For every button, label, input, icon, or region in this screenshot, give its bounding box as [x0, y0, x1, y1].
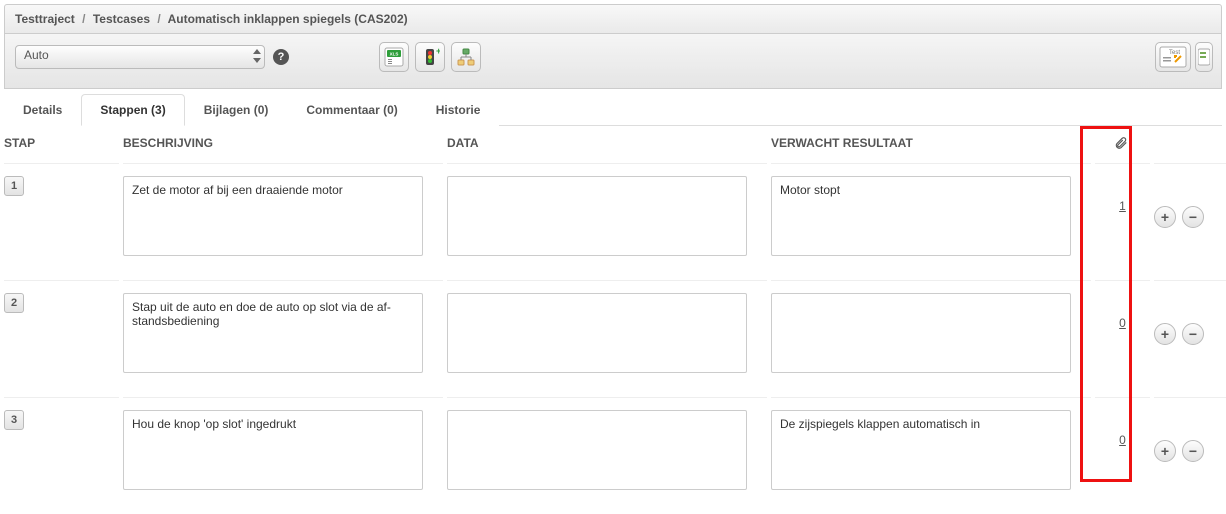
attachment-count-link[interactable]: 0 [1119, 433, 1126, 447]
step-description-cell: Zet de motor af bij een draaiende motor [123, 164, 443, 281]
svg-text:XLS: XLS [390, 52, 399, 57]
test-icon: Test [1159, 46, 1187, 68]
col-header-step: STAP [4, 126, 119, 164]
svg-text:+: + [436, 47, 440, 56]
traffic-light-button[interactable]: + [415, 42, 445, 72]
step-attachment-cell: 0 [1095, 281, 1150, 398]
tab-historie[interactable]: Historie [417, 94, 500, 126]
attachment-count-link[interactable]: 0 [1119, 316, 1126, 330]
data-input[interactable] [447, 410, 747, 490]
paperclip-icon [1114, 136, 1128, 150]
mode-select-value: Auto [24, 48, 49, 62]
step-description-cell: Hou de knop 'op slot' ingedrukt [123, 398, 443, 514]
tabs: Details Stappen (3) Bijlagen (0) Comment… [4, 93, 1222, 126]
breadcrumb-level-3[interactable]: Automatisch inklappen spiegels (CAS202) [168, 12, 408, 26]
col-header-attachment [1095, 126, 1150, 164]
remove-step-button[interactable]: − [1182, 323, 1204, 345]
remove-step-button[interactable]: − [1182, 206, 1204, 228]
tab-bijlagen[interactable]: Bijlagen (0) [185, 94, 288, 126]
step-number-cell: 1 [4, 164, 119, 281]
data-input[interactable] [447, 176, 747, 256]
step-expected-cell: Motor stopt [771, 164, 1091, 281]
tree-structure-button[interactable] [451, 42, 481, 72]
help-icon[interactable]: ? [273, 49, 289, 65]
data-input[interactable] [447, 293, 747, 373]
tab-steps[interactable]: Stappen (3) [81, 94, 184, 126]
remove-step-button[interactable]: − [1182, 440, 1204, 462]
step-description-cell: Stap uit de auto en doe de auto op slot … [123, 281, 443, 398]
col-header-description: BESCHRIJVING [123, 126, 443, 164]
add-step-button[interactable]: + [1154, 206, 1176, 228]
toolbar: Auto ? XLS + [4, 34, 1222, 89]
xls-icon: XLS [384, 47, 404, 67]
breadcrumb-level-1[interactable]: Testtraject [15, 12, 75, 26]
step-number-badge[interactable]: 1 [4, 176, 24, 196]
step-expected-cell [771, 281, 1091, 398]
breadcrumb: Testtraject / Testcases / Automatisch in… [4, 4, 1222, 34]
breadcrumb-separator: / [157, 12, 160, 26]
description-input[interactable]: Hou de knop 'op slot' ingedrukt [123, 410, 423, 490]
breadcrumb-separator: / [82, 12, 85, 26]
add-step-button[interactable]: + [1154, 323, 1176, 345]
description-input[interactable]: Zet de motor af bij een draaiende motor [123, 176, 423, 256]
step-number-badge[interactable]: 2 [4, 293, 24, 313]
test-run-button[interactable]: Test [1155, 42, 1191, 72]
col-header-expected: VERWACHT RESULTAAT [771, 126, 1091, 164]
step-attachment-cell: 0 [1095, 398, 1150, 514]
attachment-count-link[interactable]: 1 [1119, 199, 1126, 213]
tab-commentaar[interactable]: Commentaar (0) [287, 94, 416, 126]
stepper-arrows-icon [253, 48, 261, 64]
tab-details[interactable]: Details [4, 94, 81, 126]
step-actions-cell: + − [1154, 398, 1226, 514]
step-data-cell [447, 164, 767, 281]
step-number-badge[interactable]: 3 [4, 410, 24, 430]
toolbar-right-extra-button[interactable] [1195, 42, 1213, 72]
col-header-actions [1154, 126, 1226, 164]
step-actions-cell: + − [1154, 164, 1226, 281]
step-actions-cell: + − [1154, 281, 1226, 398]
step-number-cell: 3 [4, 398, 119, 514]
partial-icon [1198, 47, 1210, 67]
export-xls-button[interactable]: XLS [379, 42, 409, 72]
step-data-cell [447, 398, 767, 514]
traffic-light-icon: + [420, 47, 440, 67]
step-number-cell: 2 [4, 281, 119, 398]
expected-input[interactable]: Motor stopt [771, 176, 1071, 256]
step-data-cell [447, 281, 767, 398]
expected-input[interactable]: De zijspiegels klappen automatisch in [771, 410, 1071, 490]
expected-input[interactable] [771, 293, 1071, 373]
add-step-button[interactable]: + [1154, 440, 1176, 462]
col-header-data: DATA [447, 126, 767, 164]
breadcrumb-level-2[interactable]: Testcases [93, 12, 150, 26]
step-expected-cell: De zijspiegels klappen automatisch in [771, 398, 1091, 514]
mode-select[interactable]: Auto [15, 45, 265, 69]
step-attachment-cell: 1 [1095, 164, 1150, 281]
steps-grid: STAP BESCHRIJVING DATA VERWACHT RESULTAA… [4, 126, 1222, 514]
tree-icon [456, 47, 476, 67]
description-input[interactable]: Stap uit de auto en doe de auto op slot … [123, 293, 423, 373]
